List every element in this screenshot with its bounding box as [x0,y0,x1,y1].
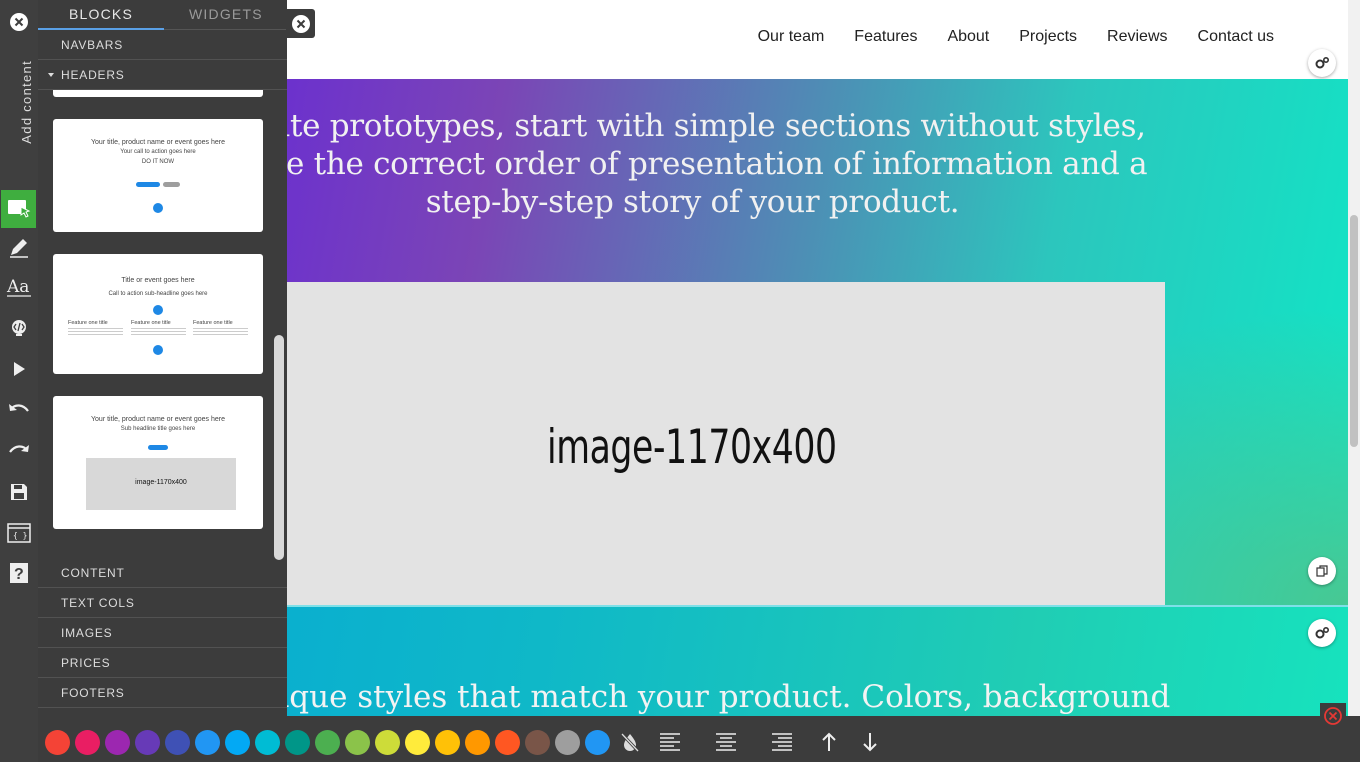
color-swatch[interactable] [525,730,550,755]
thumb2-col-title-3: Feature one title [193,320,233,326]
category-content[interactable]: CONTENT [38,558,287,588]
add-block-icon[interactable] [1,190,36,228]
block-settings-gear-icon-2[interactable] [1308,619,1336,647]
tab-widgets[interactable]: WIDGETS [189,6,263,22]
block-thumbnail-3[interactable]: Your title, product name or event goes h… [53,396,263,529]
block-settings-gear-icon[interactable] [1308,49,1336,77]
thumb1-title: Your title, product name or event goes h… [91,139,225,146]
color-swatch[interactable] [255,730,280,755]
chevron-down-icon [48,73,54,77]
color-swatch[interactable] [555,730,580,755]
header-text-line-1: reate prototypes, start with simple sect… [239,108,1146,144]
header-blocks-list: Your title, product name or event goes h… [38,90,287,560]
align-left-icon[interactable] [657,729,683,755]
editor-toolbar: Add content Aa { } ? [0,0,38,762]
page-scrollbar-thumb[interactable] [1350,215,1358,447]
color-swatch[interactable] [285,730,310,755]
header-text-line-3: step-by-step story of your product. [425,184,960,220]
color-swatch[interactable] [375,730,400,755]
thumb2-title: Title or event goes here [121,277,195,284]
svg-text:Aa: Aa [6,277,29,297]
page-scrollbar[interactable] [1348,0,1360,762]
category-prices[interactable]: PRICES [38,648,287,678]
close-icon[interactable] [8,11,30,33]
nav-link-reviews[interactable]: Reviews [1107,28,1167,46]
color-swatch[interactable] [105,730,130,755]
typography-icon[interactable]: Aa [0,268,38,306]
nav-links: Our team Features About Projects Reviews… [758,28,1274,46]
edit-pencil-icon[interactable] [0,228,38,266]
export-code-icon[interactable]: { } [0,514,38,552]
category-footers[interactable]: FOOTERS [38,678,287,708]
save-icon[interactable] [0,473,38,511]
nav-link-projects[interactable]: Projects [1019,28,1077,46]
thumb2-col-title-1: Feature one title [68,320,108,326]
header-text: reate prototypes, start with simple sect… [230,107,1155,221]
color-swatch[interactable] [225,730,250,755]
color-swatch[interactable] [45,730,70,755]
thumb1-scroll-icon [153,203,163,213]
custom-code-icon[interactable] [0,309,38,347]
color-swatch[interactable] [465,730,490,755]
color-swatch[interactable] [165,730,190,755]
panel-scrollbar-thumb[interactable] [274,335,284,560]
header-text-line-2: eate the correct order of presentation o… [237,146,1148,182]
move-up-icon[interactable] [816,729,842,755]
thumb3-title: Your title, product name or event goes h… [91,416,225,423]
preview-play-icon[interactable] [0,350,38,388]
color-swatch[interactable] [195,730,220,755]
nav-link-features[interactable]: Features [854,28,917,46]
nav-link-our-team[interactable]: Our team [758,28,825,46]
category-text-cols[interactable]: TEXT COLS [38,588,287,618]
block-thumbnail-2[interactable]: Title or event goes here Call to action … [53,254,263,374]
no-color-icon[interactable] [617,729,643,755]
copy-block-icon[interactable] [1308,557,1336,585]
color-swatch[interactable] [495,730,520,755]
align-center-icon[interactable] [713,729,739,755]
color-swatch[interactable] [345,730,370,755]
redo-icon[interactable] [0,432,38,470]
close-panel-button[interactable] [286,9,315,38]
tab-blocks[interactable]: BLOCKS [69,6,133,22]
help-icon[interactable]: ? [0,555,38,593]
block-thumbnail-0[interactable] [53,90,263,97]
nav-link-contact-us[interactable]: Contact us [1198,28,1274,46]
thumb2-play-icon [153,305,163,315]
align-right-icon[interactable] [769,729,795,755]
color-toolbar [38,716,1360,762]
thumb2-scroll-icon [153,345,163,355]
thumb1-cta: DO IT NOW [141,159,175,165]
svg-text:?: ? [14,566,24,583]
color-swatch[interactable] [585,730,610,755]
thumb1-subtitle: Your call to action goes here [120,149,196,155]
move-down-icon[interactable] [857,729,883,755]
thumb2-subtitle: Call to action sub-headline goes here [108,291,208,297]
image-placeholder-label: image-1170x400 [547,420,837,475]
block-thumbnail-1[interactable]: Your title, product name or event goes h… [53,119,263,232]
svg-text:{ }: { } [13,531,27,540]
undo-icon[interactable] [0,391,38,429]
color-swatch[interactable] [135,730,160,755]
color-swatch[interactable] [435,730,460,755]
category-navbars[interactable]: NAVBARS [38,30,287,60]
color-swatch[interactable] [315,730,340,755]
color-swatch[interactable] [75,730,100,755]
content-section-text: l unique styles that match your product.… [219,679,1171,715]
add-content-label[interactable]: Add content [2,60,36,160]
thumb2-col-title-2: Feature one title [131,320,171,326]
color-swatch[interactable] [405,730,430,755]
panel-tabs: BLOCKS WIDGETS [38,0,287,30]
close-color-toolbar-icon[interactable] [1320,703,1346,729]
blocks-panel: BLOCKS WIDGETS NAVBARS HEADERS Your titl… [38,0,287,716]
thumb3-image-placeholder: image-1170x400 [86,458,236,510]
thumb3-subtitle: Sub headline title goes here [120,426,196,432]
category-headers[interactable]: HEADERS [38,60,287,90]
category-images[interactable]: IMAGES [38,618,287,648]
nav-link-about[interactable]: About [947,28,989,46]
